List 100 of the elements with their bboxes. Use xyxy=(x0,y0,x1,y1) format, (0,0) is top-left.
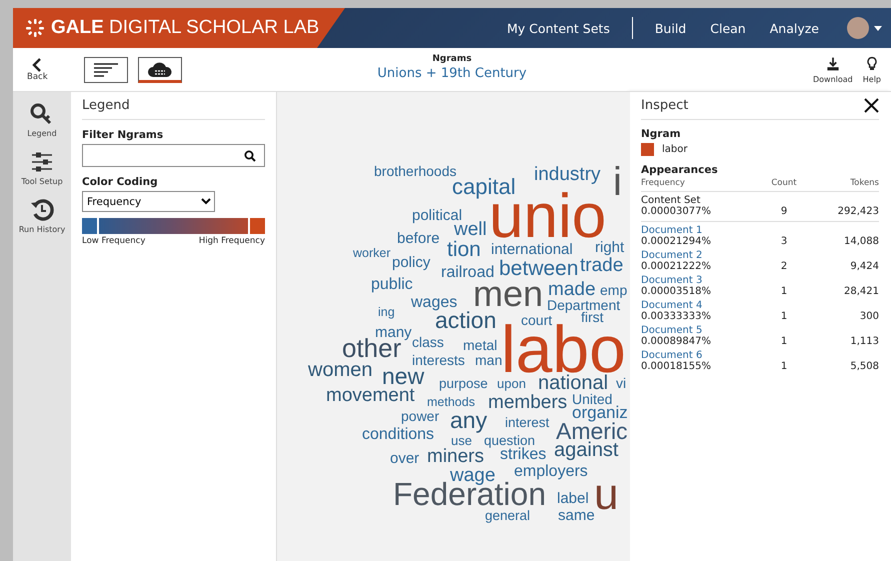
document-link[interactable]: Document 6 xyxy=(641,347,879,361)
cloud-word[interactable]: tion xyxy=(447,239,481,260)
nav-link[interactable]: Build xyxy=(642,20,698,36)
table-cell-text: 2 xyxy=(780,261,788,272)
cloud-word[interactable]: employers xyxy=(514,464,588,480)
cloud-word[interactable]: interest xyxy=(505,416,550,430)
cloud-word[interactable]: vi xyxy=(616,376,626,390)
back-button[interactable]: Back xyxy=(21,58,54,82)
table-cell-text: 9,424 xyxy=(849,261,879,272)
cloud-word[interactable]: women xyxy=(308,360,372,380)
cloud-word[interactable]: i xyxy=(613,162,622,202)
table-cell-text: 0.00003077% xyxy=(641,206,712,217)
cloud-word[interactable]: upon xyxy=(497,377,526,390)
cloud-word[interactable]: national xyxy=(538,373,608,393)
cloud-word[interactable]: many xyxy=(375,325,412,340)
cloud-word[interactable]: purpose xyxy=(439,377,488,390)
table-cell-text: 1 xyxy=(780,286,788,297)
cloud-word[interactable]: over xyxy=(390,451,420,466)
table-cell-text: 0.00018155% xyxy=(641,361,712,372)
cloud-word[interactable]: made xyxy=(548,280,596,299)
rail-item[interactable]: Tool Setup xyxy=(21,150,63,186)
table-cell-text: 14,088 xyxy=(843,236,879,247)
cloud-word[interactable]: class xyxy=(412,335,444,349)
cloud-word[interactable]: wages xyxy=(411,295,458,311)
cloud-word[interactable]: power xyxy=(401,409,440,423)
cloud-word[interactable]: brotherhoods xyxy=(374,164,457,178)
cloud-word[interactable]: strikes xyxy=(500,447,546,463)
cloud-word[interactable]: international xyxy=(491,242,573,257)
close-button[interactable] xyxy=(864,98,879,113)
search-icon xyxy=(244,150,256,162)
cloud-word[interactable]: man xyxy=(475,353,502,367)
table-cell-text: 292,423 xyxy=(836,206,879,217)
cloud-word[interactable]: members xyxy=(488,393,568,412)
document-link[interactable]: Document 2 xyxy=(641,247,879,261)
cloud-word[interactable]: methods xyxy=(427,396,475,408)
cloud-word[interactable]: labo xyxy=(501,326,626,372)
content-set-title: Unions + 19th Century xyxy=(377,66,527,81)
document-link[interactable]: Document 4 xyxy=(641,297,879,311)
cloud-word[interactable]: general xyxy=(485,509,530,522)
avatar-circle[interactable] xyxy=(847,17,869,39)
document-link[interactable]: Document 3 xyxy=(641,272,879,286)
cloud-word[interactable]: between xyxy=(499,258,578,279)
table-cell-text: 1 xyxy=(780,361,788,372)
cloud-word[interactable]: question xyxy=(484,434,536,448)
help-button[interactable]: Help xyxy=(860,55,883,84)
cloud-word[interactable]: public xyxy=(371,277,413,293)
download-button[interactable]: Download xyxy=(810,55,855,84)
section-label: Ngram xyxy=(641,128,682,140)
table-cell-text: 0.00003518% xyxy=(641,286,712,297)
cloud-word[interactable]: before xyxy=(397,231,440,246)
download-icon xyxy=(824,55,841,73)
cloud-word[interactable]: political xyxy=(412,208,462,223)
nav-link[interactable]: Analyze xyxy=(758,20,831,36)
cloud-word[interactable]: action xyxy=(435,309,496,332)
table-cell-text: 9 xyxy=(780,206,788,217)
document-link[interactable]: Document 5 xyxy=(641,322,879,336)
scale-label: Low Frequency xyxy=(82,236,146,246)
cloud-word[interactable]: use xyxy=(451,434,472,447)
color-coding-select[interactable]: Frequency xyxy=(82,191,215,212)
cloud-word[interactable]: movement xyxy=(326,386,415,405)
panel-title: Legend xyxy=(82,98,265,120)
filter-field[interactable] xyxy=(82,144,265,167)
cloud-word[interactable]: trade xyxy=(580,256,624,275)
document-link[interactable]: Document 1 xyxy=(641,222,879,236)
rail-item[interactable]: Legend xyxy=(27,102,57,138)
cloud-word[interactable]: ing xyxy=(378,306,395,318)
cloud-word[interactable]: first xyxy=(581,310,604,324)
cloud-word[interactable]: any xyxy=(450,409,488,432)
cloud-word[interactable]: label xyxy=(557,491,589,506)
cloud-word[interactable]: Department xyxy=(547,298,620,312)
cloud-word[interactable]: industry xyxy=(534,165,601,184)
cloud-word[interactable]: same xyxy=(558,508,595,523)
cloud-word[interactable]: Americ xyxy=(556,420,628,443)
list-view-button[interactable] xyxy=(84,56,128,82)
table-cell-text: 0.00021222% xyxy=(641,261,712,272)
cloud-word[interactable]: miners xyxy=(427,447,484,466)
cloud-word[interactable]: emp xyxy=(600,283,628,297)
field-label: Color Coding xyxy=(82,176,159,188)
rail-item[interactable]: Run History xyxy=(18,198,66,234)
cloud-word[interactable]: interests xyxy=(412,353,465,367)
cloud-word[interactable]: worker xyxy=(353,247,391,260)
cloud-word[interactable]: policy xyxy=(392,255,430,270)
table-cell-text: 0.00089847% xyxy=(641,336,712,347)
cloud-word[interactable]: metal xyxy=(463,338,498,352)
cloud-word[interactable]: u xyxy=(594,473,618,517)
cloud-word[interactable]: court xyxy=(521,313,552,327)
cloud-view-button[interactable] xyxy=(138,56,182,82)
cloud-word[interactable]: well xyxy=(454,220,487,239)
cloud-word[interactable]: organiz xyxy=(572,404,628,421)
caret-icon[interactable] xyxy=(873,24,883,32)
table-cell-text: 1,113 xyxy=(849,336,879,347)
table-cell-text: 28,421 xyxy=(843,286,879,297)
cloud-word[interactable]: United xyxy=(572,392,612,406)
nav-link[interactable]: Clean xyxy=(698,20,758,36)
close-icon xyxy=(864,98,879,113)
nav-link[interactable]: My Content Sets xyxy=(494,20,622,36)
cloud-word[interactable]: against xyxy=(554,440,618,460)
cloud-word[interactable]: right xyxy=(595,240,624,255)
cloud-word[interactable]: new xyxy=(382,365,424,388)
cloud-word[interactable]: conditions xyxy=(362,427,434,443)
